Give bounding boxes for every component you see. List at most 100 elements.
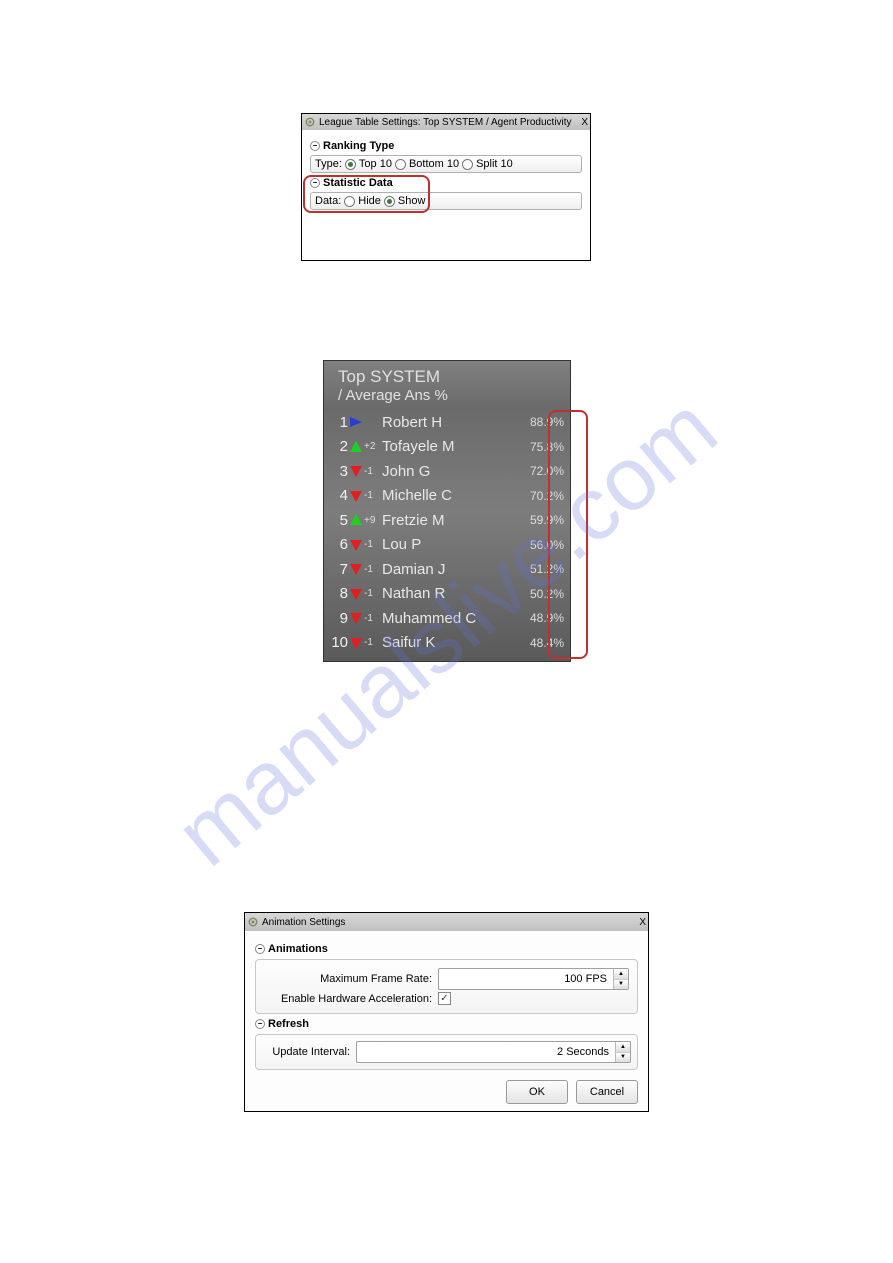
agent-name: Tofayele M bbox=[382, 438, 520, 455]
refresh-header[interactable]: − Refresh bbox=[255, 1018, 638, 1030]
gear-icon bbox=[247, 916, 259, 928]
league-row: 3 -1John G72.0% bbox=[324, 459, 570, 484]
framerate-input[interactable]: 100 FPS ▲▼ bbox=[438, 968, 629, 990]
agent-name: John G bbox=[382, 463, 520, 480]
league-title-2: / Average Ans % bbox=[338, 387, 560, 404]
interval-label: Update Interval: bbox=[262, 1046, 350, 1058]
cancel-button[interactable]: Cancel bbox=[576, 1080, 638, 1104]
rank: 7 bbox=[330, 561, 348, 578]
ranking-type-header[interactable]: − Ranking Type bbox=[310, 140, 582, 152]
percent-value: 75.8% bbox=[520, 440, 564, 454]
league-title-1: Top SYSTEM bbox=[338, 367, 560, 387]
percent-value: 48.4% bbox=[520, 636, 564, 650]
agent-name: Lou P bbox=[382, 536, 520, 553]
league-row: 1Robert H88.9% bbox=[324, 410, 570, 435]
agent-name: Fretzie M bbox=[382, 512, 520, 529]
trend-arrow-icon bbox=[348, 513, 364, 527]
radio-bottom10[interactable] bbox=[395, 159, 406, 170]
hwaccel-checkbox[interactable]: ✓ bbox=[438, 992, 451, 1005]
rank: 3 bbox=[330, 463, 348, 480]
collapse-icon[interactable]: − bbox=[310, 141, 320, 151]
spin-down-icon[interactable]: ▼ bbox=[616, 1053, 630, 1063]
rank-delta: +9 bbox=[364, 515, 382, 526]
collapse-icon[interactable]: − bbox=[255, 1019, 265, 1029]
close-icon[interactable]: X bbox=[581, 117, 588, 128]
rank-delta: -1 bbox=[364, 539, 382, 550]
framerate-value: 100 FPS bbox=[439, 969, 613, 989]
statistic-data-row: Data: Hide Show bbox=[310, 192, 582, 210]
spin-down-icon[interactable]: ▼ bbox=[614, 980, 628, 990]
interval-value: 2 Seconds bbox=[357, 1042, 615, 1062]
trend-arrow-icon bbox=[348, 562, 364, 576]
league-settings-dialog: League Table Settings: Top SYSTEM / Agen… bbox=[301, 113, 591, 261]
agent-name: Damian J bbox=[382, 561, 520, 578]
trend-arrow-icon bbox=[348, 611, 364, 625]
league-row: 4 -1Michelle C70.2% bbox=[324, 484, 570, 509]
framerate-row: Maximum Frame Rate: 100 FPS ▲▼ bbox=[264, 968, 629, 990]
spin-up-icon[interactable]: ▲ bbox=[614, 969, 628, 980]
rank-delta: -1 bbox=[364, 588, 382, 599]
animations-group: Maximum Frame Rate: 100 FPS ▲▼ Enable Ha… bbox=[255, 959, 638, 1014]
league-table-header: Top SYSTEM / Average Ans % bbox=[324, 361, 570, 410]
section-header-label: Animations bbox=[268, 943, 328, 955]
rank-delta: +2 bbox=[364, 441, 382, 452]
league-row: 7 -1Damian J51.2% bbox=[324, 557, 570, 582]
spin-up-icon[interactable]: ▲ bbox=[616, 1042, 630, 1053]
dialog-title: League Table Settings: Top SYSTEM / Agen… bbox=[319, 117, 572, 128]
rank-delta: -1 bbox=[364, 637, 382, 648]
agent-name: Nathan R bbox=[382, 585, 520, 602]
collapse-icon[interactable]: − bbox=[255, 944, 265, 954]
hwaccel-label: Enable Hardware Acceleration: bbox=[264, 993, 432, 1005]
agent-name: Saifur K bbox=[382, 634, 520, 651]
interval-row: Update Interval: 2 Seconds ▲▼ bbox=[262, 1041, 631, 1063]
percent-value: 70.2% bbox=[520, 489, 564, 503]
radio-show[interactable] bbox=[384, 196, 395, 207]
rank-delta: -1 bbox=[364, 466, 382, 477]
dialog-body: − Ranking Type Type: Top 10 Bottom 10 Sp… bbox=[302, 130, 590, 216]
close-icon[interactable]: X bbox=[639, 917, 646, 928]
rank: 2 bbox=[330, 438, 348, 455]
percent-value: 48.9% bbox=[520, 611, 564, 625]
agent-name: Muhammed C bbox=[382, 610, 520, 627]
league-row: 6-1Lou P56.0% bbox=[324, 533, 570, 558]
percent-value: 59.9% bbox=[520, 513, 564, 527]
collapse-icon[interactable]: − bbox=[310, 178, 320, 188]
interval-input[interactable]: 2 Seconds ▲▼ bbox=[356, 1041, 631, 1063]
radio-split10-label: Split 10 bbox=[476, 158, 513, 170]
percent-value: 51.2% bbox=[520, 562, 564, 576]
section-header-label: Statistic Data bbox=[323, 177, 393, 189]
rank: 1 bbox=[330, 414, 348, 431]
radio-hide-label: Hide bbox=[358, 195, 381, 207]
radio-bottom10-label: Bottom 10 bbox=[409, 158, 459, 170]
hwaccel-row: Enable Hardware Acceleration: ✓ bbox=[264, 992, 629, 1005]
percent-value: 72.0% bbox=[520, 464, 564, 478]
spinner-buttons[interactable]: ▲▼ bbox=[613, 969, 628, 989]
rank-delta: -1 bbox=[364, 490, 382, 501]
rank: 9 bbox=[330, 610, 348, 627]
spinner-buttons[interactable]: ▲▼ bbox=[615, 1042, 630, 1062]
rank: 4 bbox=[330, 487, 348, 504]
type-label: Type: bbox=[315, 158, 342, 170]
rank-delta: -1 bbox=[364, 564, 382, 575]
league-row: 2 +2Tofayele M75.8% bbox=[324, 435, 570, 460]
league-row: 5+9Fretzie M59.9% bbox=[324, 508, 570, 533]
radio-show-label: Show bbox=[398, 195, 426, 207]
statistic-data-header[interactable]: − Statistic Data bbox=[310, 177, 582, 189]
trend-arrow-icon bbox=[348, 489, 364, 503]
radio-hide[interactable] bbox=[344, 196, 355, 207]
league-table: Top SYSTEM / Average Ans % 1Robert H88.9… bbox=[323, 360, 571, 662]
rank: 10 bbox=[330, 634, 348, 651]
dialog-titlebar: League Table Settings: Top SYSTEM / Agen… bbox=[302, 114, 590, 130]
trend-arrow-icon bbox=[348, 464, 364, 478]
league-row: 8-1Nathan R50.2% bbox=[324, 582, 570, 607]
framerate-label: Maximum Frame Rate: bbox=[264, 973, 432, 985]
radio-top10[interactable] bbox=[345, 159, 356, 170]
animations-header[interactable]: − Animations bbox=[255, 943, 638, 955]
dialog-body: − Animations Maximum Frame Rate: 100 FPS… bbox=[245, 931, 648, 1112]
ok-button[interactable]: OK bbox=[506, 1080, 568, 1104]
section-header-label: Ranking Type bbox=[323, 140, 394, 152]
rank: 6 bbox=[330, 536, 348, 553]
radio-split10[interactable] bbox=[462, 159, 473, 170]
league-row: 10 -1Saifur K48.4% bbox=[324, 631, 570, 656]
agent-name: Michelle C bbox=[382, 487, 520, 504]
